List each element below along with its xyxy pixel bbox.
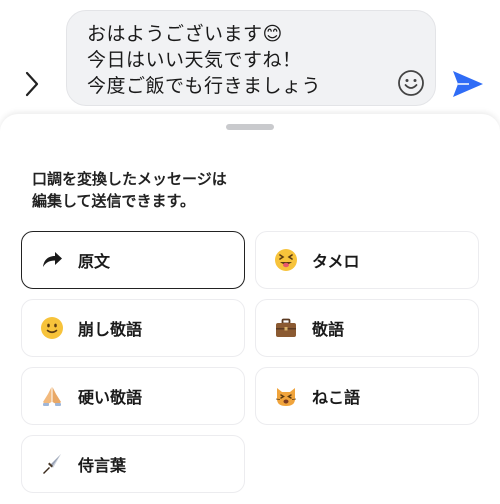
cat-face-icon xyxy=(274,384,298,408)
description-line: 口調を変換したメッセージは xyxy=(32,170,227,188)
tone-option-label: 侍言葉 xyxy=(78,456,127,475)
message-line: 今日はいい天気ですね！ xyxy=(87,49,302,71)
sheet-drag-handle[interactable] xyxy=(226,124,274,130)
tone-option-label: 原文 xyxy=(78,252,111,271)
message-text: おはようございます😊 今日はいい天気ですね！ 今度ご飯でも行きましょう xyxy=(87,21,321,99)
tongue-out-face-icon xyxy=(274,248,298,272)
tone-option-casual[interactable]: タメロ xyxy=(255,231,479,289)
message-composer: おはようございます😊 今日はいい天気ですね！ 今度ご飯でも行きましょう xyxy=(0,0,500,118)
tone-option-samurai-speak[interactable]: 侍言葉 xyxy=(21,435,245,493)
smiley-face-icon[interactable] xyxy=(397,69,425,97)
share-arrow-icon xyxy=(40,248,64,272)
message-line: 今度ご飯でも行きましょう xyxy=(87,75,322,97)
tone-option-label: タメロ xyxy=(312,252,360,271)
slightly-smiling-face-icon xyxy=(40,316,64,340)
tone-option-label: ねこ語 xyxy=(312,388,361,407)
tone-converter-screen: おはようございます😊 今日はいい天気ですね！ 今度ご飯でも行きましょう 口調を変… xyxy=(0,0,500,504)
tone-option-original[interactable]: 原文 xyxy=(21,231,245,289)
dagger-icon xyxy=(40,452,64,476)
tone-option-label: 敬語 xyxy=(312,320,345,339)
briefcase-icon xyxy=(274,316,298,340)
chevron-right-icon[interactable] xyxy=(18,68,46,100)
tone-option-cat-speak[interactable]: ねこ語 xyxy=(255,367,479,425)
tone-option-soft-polite[interactable]: 崩し敬語 xyxy=(21,299,245,357)
sheet-description: 口調を変換したメッセージは 編集して送信できます。 xyxy=(32,168,227,212)
send-button[interactable] xyxy=(448,66,488,102)
tone-options-sheet: 口調を変換したメッセージは 編集して送信できます。 原文 タメロ 崩し敬語 敬語… xyxy=(0,114,500,504)
description-line: 編集して送信できます。 xyxy=(32,192,196,210)
message-line: おはようございます😊 xyxy=(87,23,283,45)
tone-option-label: 硬い敬語 xyxy=(78,388,143,407)
paper-plane-send-icon xyxy=(453,71,483,97)
message-input[interactable]: おはようございます😊 今日はいい天気ですね！ 今度ご飯でも行きましょう xyxy=(66,10,436,106)
folded-hands-icon xyxy=(40,384,64,408)
tone-option-label: 崩し敬語 xyxy=(78,320,143,339)
tone-option-formal-polite[interactable]: 硬い敬語 xyxy=(21,367,245,425)
tone-option-polite[interactable]: 敬語 xyxy=(255,299,479,357)
